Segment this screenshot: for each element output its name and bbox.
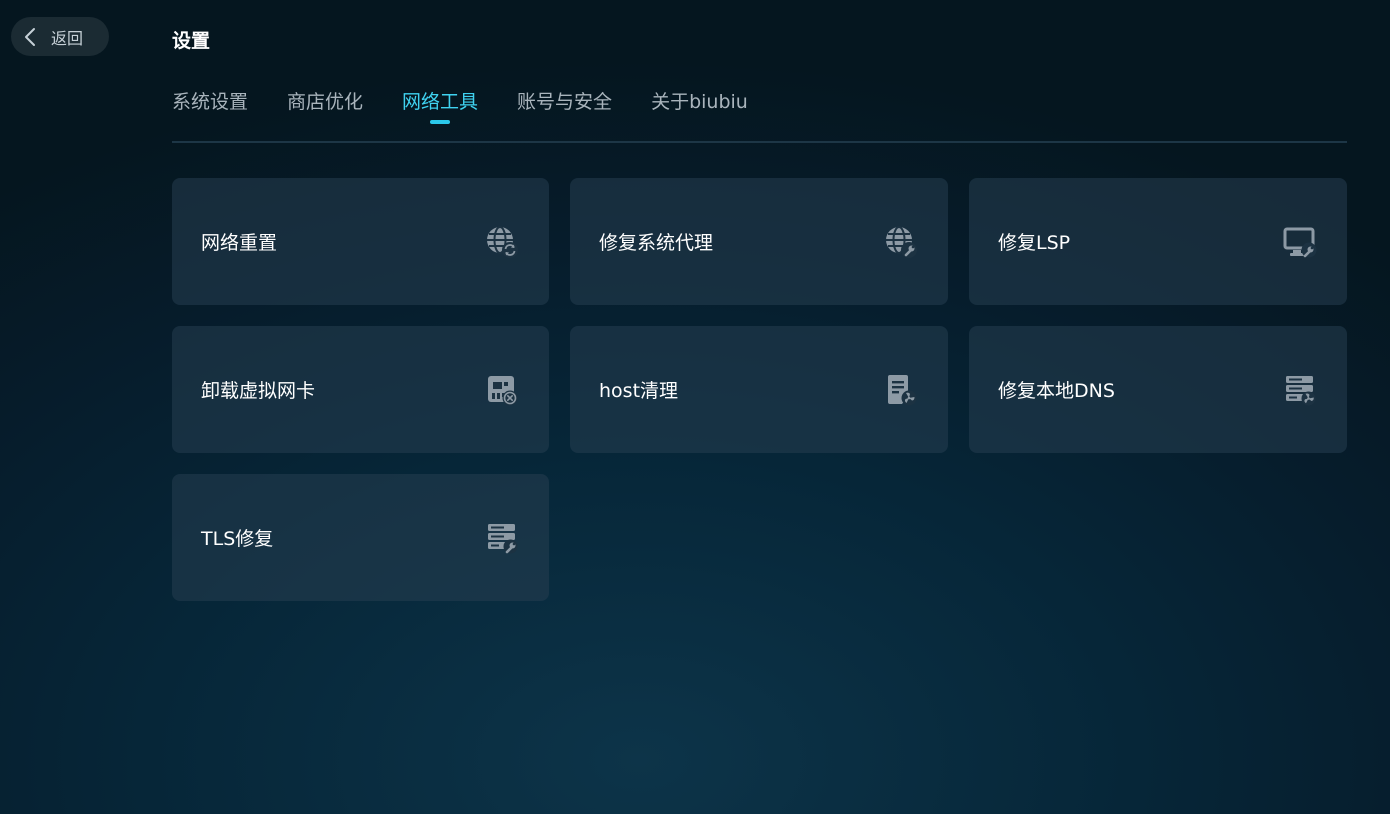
- tool-card-tls-repair[interactable]: TLS修复: [172, 474, 549, 601]
- tool-card-fix-local-dns[interactable]: 修复本地DNS: [969, 326, 1347, 453]
- chevron-left-icon: [24, 27, 40, 47]
- back-button-label: 返回: [51, 28, 84, 48]
- tool-card-label: host清理: [599, 380, 679, 402]
- tool-card-host-cleanup[interactable]: host清理: [570, 326, 948, 453]
- tool-card-uninstall-virtual-nic[interactable]: 卸载虚拟网卡: [172, 326, 549, 453]
- network-card-remove-icon: [485, 373, 519, 407]
- tool-card-label: TLS修复: [201, 528, 274, 550]
- tool-card-fix-system-proxy[interactable]: 修复系统代理: [570, 178, 948, 305]
- globe-refresh-icon: [485, 225, 519, 259]
- tool-card-label: 修复LSP: [998, 232, 1071, 254]
- monitor-wrench-icon: [1283, 225, 1317, 259]
- server-fan-icon: [1283, 373, 1317, 407]
- tool-card-label: 网络重置: [201, 232, 278, 254]
- server-wrench-icon: [485, 521, 519, 555]
- tab-about[interactable]: 关于biubiu: [651, 87, 748, 114]
- tab-account-security[interactable]: 账号与安全: [517, 87, 612, 114]
- tool-card-label: 修复本地DNS: [998, 380, 1115, 402]
- settings-tabs: 系统设置 商店优化 网络工具 账号与安全 关于biubiu: [172, 87, 748, 114]
- globe-wrench-icon: [884, 225, 918, 259]
- tool-card-label: 修复系统代理: [599, 232, 714, 254]
- tab-store-optimization[interactable]: 商店优化: [287, 87, 363, 114]
- page-title: 设置: [172, 30, 211, 52]
- document-fan-icon: [884, 373, 918, 407]
- tool-card-fix-lsp[interactable]: 修复LSP: [969, 178, 1347, 305]
- tools-grid: 网络重置 修复系统代理 修复LSP 卸载虚拟网卡 host清理 修复本地DNS …: [172, 178, 1347, 601]
- tool-card-label: 卸载虚拟网卡: [201, 380, 316, 402]
- back-button[interactable]: 返回: [11, 17, 109, 56]
- tab-divider: [172, 141, 1347, 143]
- tab-network-tools[interactable]: 网络工具: [402, 87, 478, 114]
- tool-card-network-reset[interactable]: 网络重置: [172, 178, 549, 305]
- tab-system-settings[interactable]: 系统设置: [172, 87, 248, 114]
